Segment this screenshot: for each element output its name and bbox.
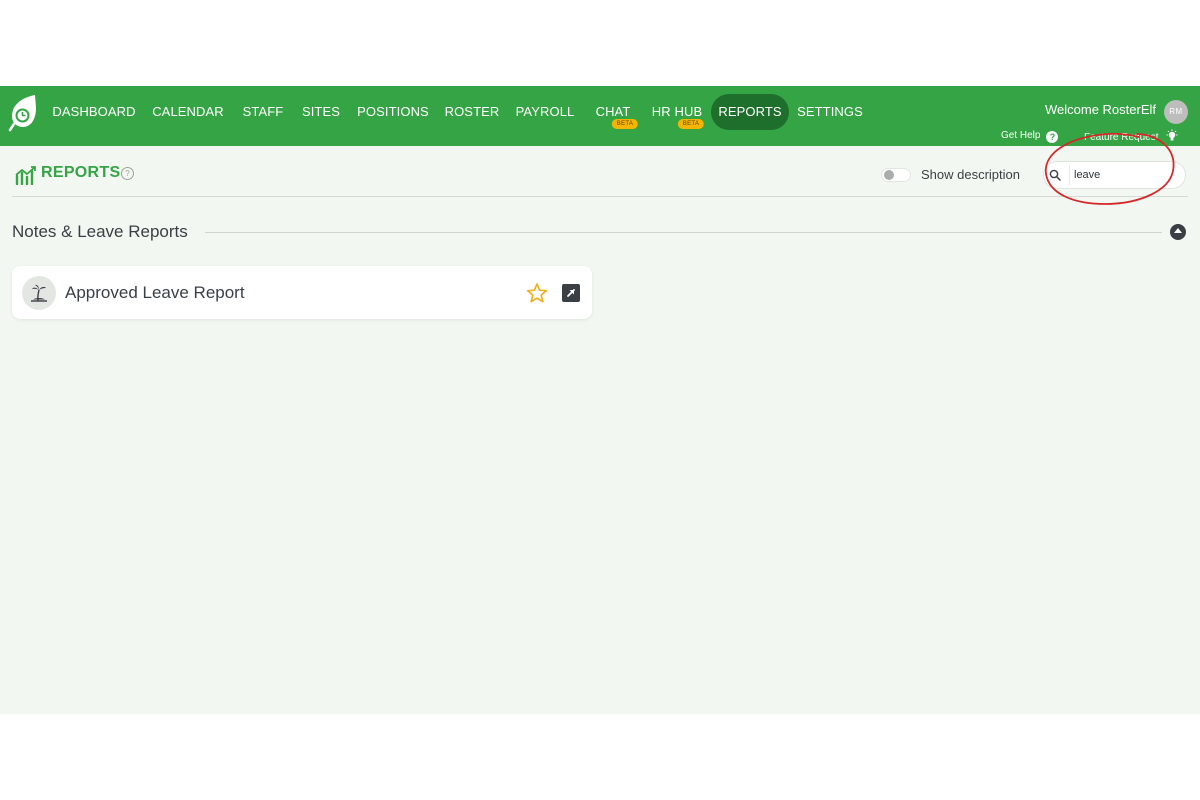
nav-label: CALENDAR: [152, 104, 224, 119]
feature-request-link[interactable]: Feature Request: [1084, 129, 1179, 145]
avatar[interactable]: RM: [1164, 100, 1188, 124]
toggle-knob: [884, 170, 894, 180]
reports-chart-icon: [15, 166, 36, 185]
nav-label: CHAT: [595, 104, 631, 119]
section-divider: [205, 232, 1162, 233]
section-title: Notes & Leave Reports: [12, 222, 196, 242]
show-description-label: Show description: [921, 167, 1020, 182]
nav-hr-hub[interactable]: HR HUB BETA: [648, 94, 706, 130]
nav-label: PAYROLL: [515, 104, 575, 119]
search-box: [1043, 161, 1186, 189]
page-title: REPORTS: [41, 164, 121, 181]
show-description-toggle[interactable]: [881, 168, 911, 182]
nav-label: REPORTS: [718, 104, 782, 119]
nav-label: STAFF: [242, 104, 284, 119]
nav-label: ROSTER: [444, 104, 500, 119]
help-circle-icon[interactable]: ?: [121, 167, 134, 180]
report-title: Approved Leave Report: [65, 283, 245, 302]
question-icon: ?: [1046, 131, 1059, 143]
nav-chat[interactable]: CHAT BETA: [590, 94, 639, 130]
search-input[interactable]: [1069, 165, 1186, 185]
beta-badge: BETA: [611, 119, 639, 129]
welcome-text: Welcome RosterElf: [1044, 102, 1156, 117]
favorite-star-icon[interactable]: [526, 282, 548, 304]
beta-badge: BETA: [677, 119, 705, 129]
feature-request-label: Feature Request: [1084, 132, 1159, 143]
nav-label: SITES: [301, 104, 341, 119]
nav-calendar[interactable]: CALENDAR: [150, 94, 226, 130]
nav-label: HR HUB: [651, 104, 703, 119]
get-help-link[interactable]: Get Help?: [1001, 129, 1059, 143]
open-report-button[interactable]: [562, 284, 580, 302]
external-arrow-icon: [567, 289, 575, 297]
nav-positions[interactable]: POSITIONS: [355, 94, 431, 130]
nav-label: SETTINGS: [797, 104, 863, 119]
top-nav-bar: DASHBOARD CALENDAR STAFF SITES POSITIONS…: [0, 86, 1200, 146]
beach-island-glyph: [31, 284, 47, 302]
nav-sites[interactable]: SITES: [299, 94, 343, 130]
nav-reports[interactable]: REPORTS: [711, 94, 789, 130]
lightbulb-icon: [1166, 129, 1178, 141]
report-card[interactable]: Approved Leave Report: [12, 266, 592, 319]
nav-dashboard[interactable]: DASHBOARD: [50, 94, 138, 130]
nav-label: DASHBOARD: [52, 104, 136, 119]
header-divider: [12, 196, 1188, 197]
beach-island-icon: [22, 276, 56, 310]
get-help-label: Get Help: [1001, 130, 1041, 141]
nav-roster[interactable]: ROSTER: [443, 94, 501, 130]
rosterelf-leaf-logo-icon[interactable]: [8, 94, 38, 132]
search-icon: [1049, 169, 1061, 181]
nav-label: POSITIONS: [357, 104, 429, 119]
nav-payroll[interactable]: PAYROLL: [513, 94, 577, 130]
nav-settings[interactable]: SETTINGS: [796, 94, 864, 130]
app-window: DASHBOARD CALENDAR STAFF SITES POSITIONS…: [0, 86, 1200, 714]
collapse-section-button[interactable]: [1170, 224, 1186, 240]
nav-staff[interactable]: STAFF: [238, 94, 288, 130]
page-header: REPORTS ? Show description: [0, 146, 1200, 196]
